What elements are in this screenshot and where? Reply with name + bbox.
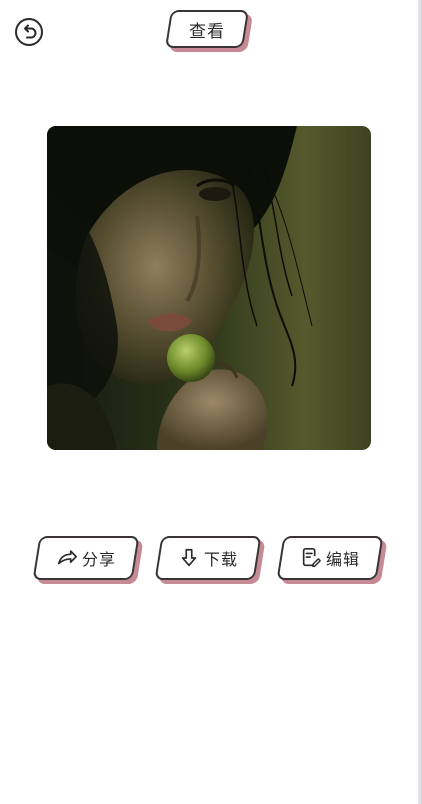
edit-button-label: 编辑	[325, 550, 360, 569]
back-button[interactable]	[14, 17, 44, 47]
share-button[interactable]: 分享	[32, 536, 144, 584]
preview-photo[interactable]	[47, 126, 371, 450]
edit-button[interactable]: 编辑	[276, 536, 388, 584]
scrollbar[interactable]	[418, 0, 422, 804]
portrait-photo	[47, 126, 371, 450]
view-button-label: 查看	[189, 21, 225, 42]
share-button-label: 分享	[81, 550, 116, 569]
share-arrow-icon	[57, 550, 77, 565]
view-button[interactable]: 查看	[164, 10, 254, 52]
image-viewer-screen: 查看 分享 下载 编辑	[0, 0, 422, 804]
edit-document-icon	[302, 548, 321, 567]
undo-arrow-icon	[15, 18, 43, 46]
download-arrow-icon	[181, 548, 197, 567]
download-button[interactable]: 下载	[154, 536, 266, 584]
download-button-label: 下载	[203, 550, 238, 569]
